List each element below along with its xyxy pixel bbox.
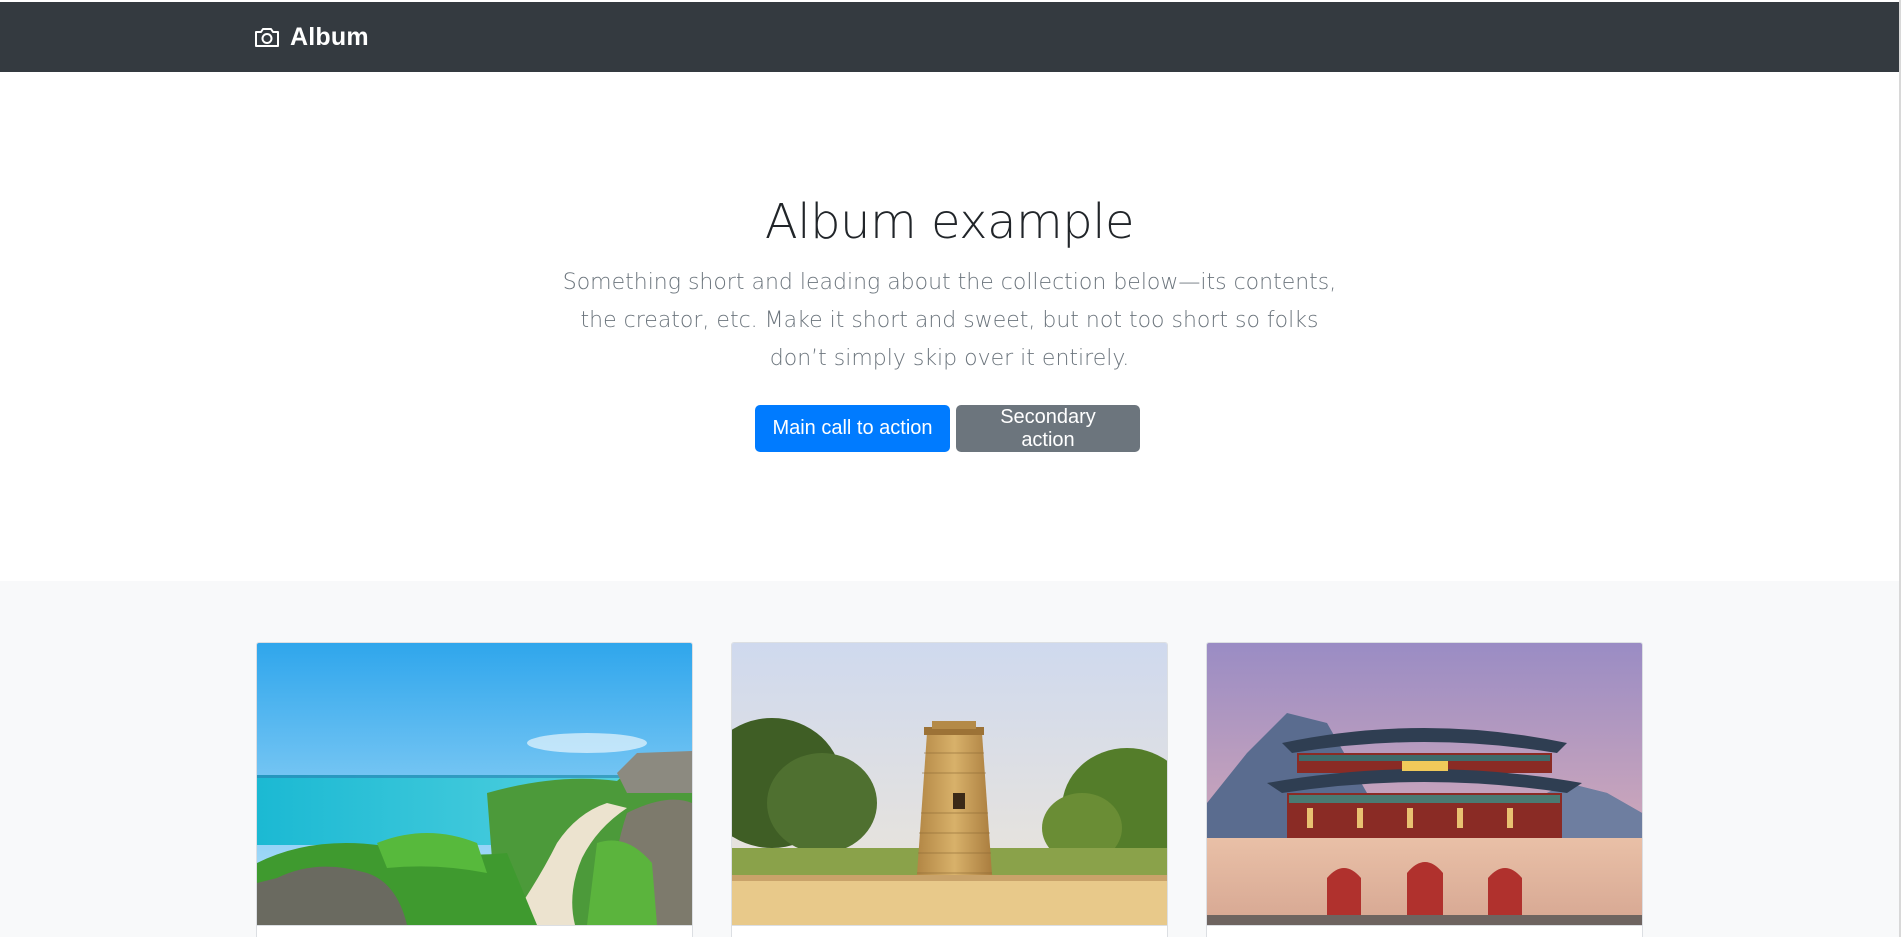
hero-section: Album example Something short and leadin… — [0, 72, 1899, 581]
coastal-path-photo[interactable] — [257, 643, 692, 925]
stone-observatory-tower-photo[interactable] — [732, 643, 1167, 925]
hero-actions: Main call to action Secondary action — [0, 405, 1899, 452]
brand-link[interactable]: Album — [254, 2, 369, 72]
hero-lead-text: Something short and leading about the co… — [562, 270, 1337, 371]
album-card — [1206, 642, 1643, 937]
navbar: Album — [0, 2, 1899, 72]
album-card — [256, 642, 693, 937]
main-call-to-action-button[interactable]: Main call to action — [755, 405, 950, 452]
card-divider — [1207, 925, 1642, 926]
album-card — [731, 642, 1168, 937]
palace-gate-photo[interactable] — [1207, 643, 1642, 925]
camera-icon — [254, 26, 280, 48]
brand-text: Album — [290, 22, 369, 51]
card-divider — [257, 925, 692, 926]
album-section — [0, 581, 1899, 937]
secondary-action-button[interactable]: Secondary action — [956, 405, 1140, 452]
page: Album Album example Something short and … — [0, 0, 1901, 937]
card-divider — [732, 925, 1167, 926]
hero-title: Album example — [764, 194, 1135, 250]
